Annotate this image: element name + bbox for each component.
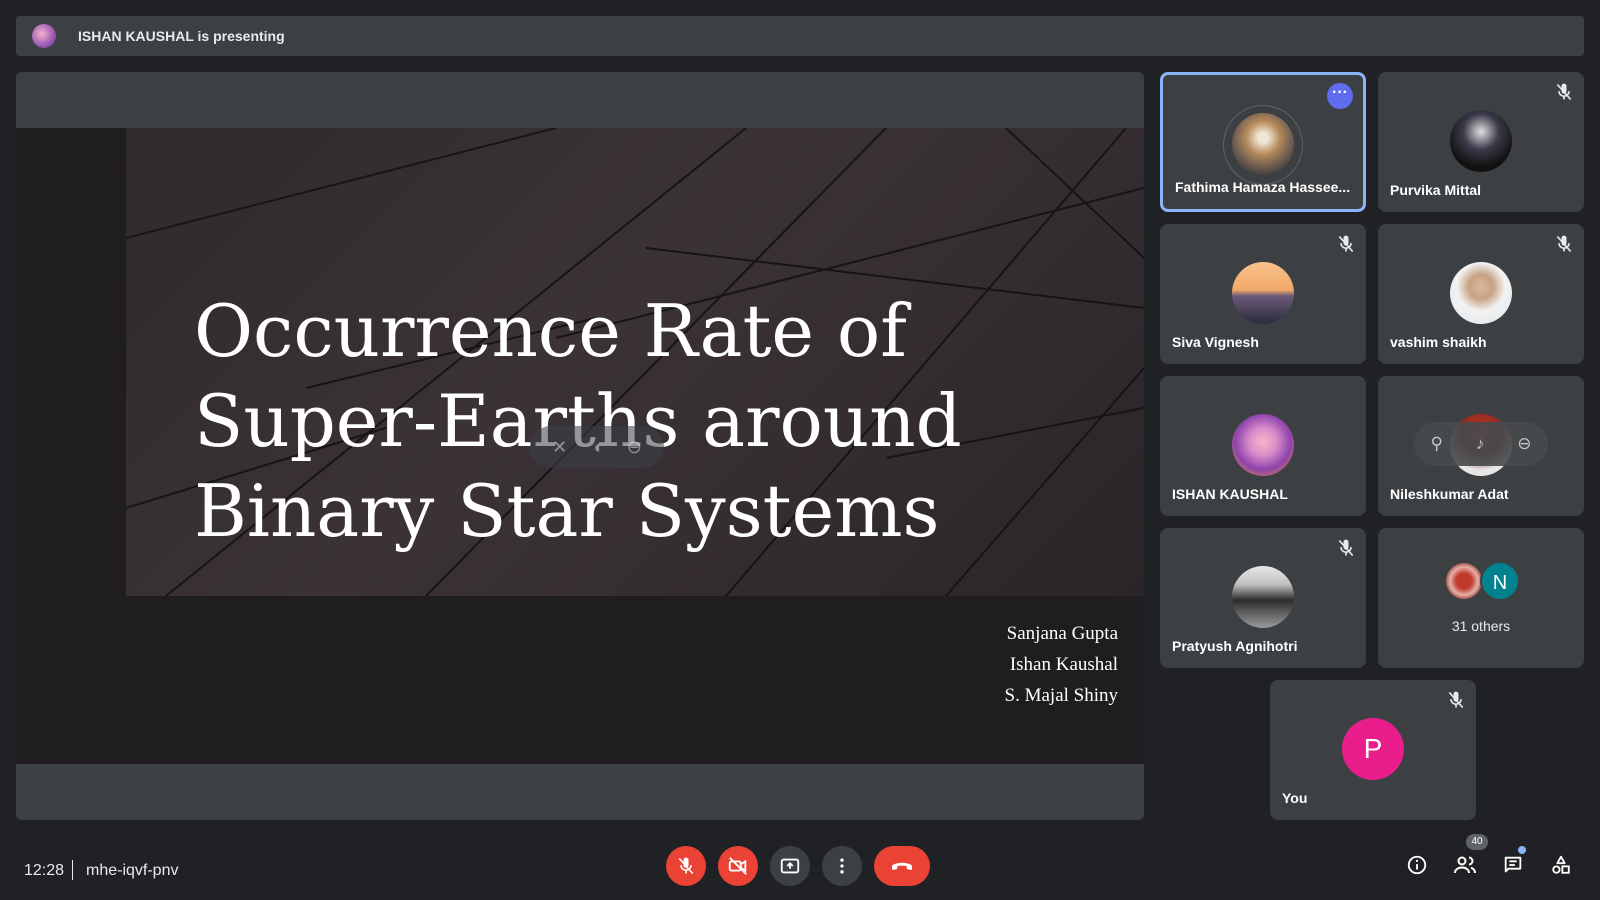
avatar-initial: N bbox=[1480, 561, 1520, 601]
more-options-button[interactable] bbox=[822, 846, 862, 886]
chat-notification-dot bbox=[1518, 846, 1526, 854]
presenting-banner: ISHAN KAUSHAL is presenting bbox=[16, 16, 1584, 56]
mic-off-icon bbox=[1448, 691, 1464, 709]
volume-icon[interactable]: ◖ bbox=[592, 437, 603, 458]
participant-tile[interactable]: Siva Vignesh bbox=[1160, 224, 1366, 364]
avatar bbox=[1232, 113, 1294, 175]
avatar bbox=[1444, 561, 1484, 601]
remove-icon[interactable]: ⊖ bbox=[1517, 434, 1531, 454]
others-count: 31 others bbox=[1451, 618, 1511, 634]
people-button[interactable] bbox=[1452, 852, 1478, 878]
participant-tile[interactable]: Pratyush Agnihotri bbox=[1160, 528, 1366, 668]
pin-icon[interactable]: ⚲ bbox=[1430, 434, 1442, 454]
mic-icon[interactable]: ♪ bbox=[1476, 434, 1485, 454]
camera-off-icon bbox=[728, 857, 747, 875]
present-screen-icon bbox=[780, 858, 800, 874]
participant-tile[interactable]: Purvika Mittal bbox=[1378, 72, 1584, 212]
others-group: N 31 others bbox=[1378, 528, 1584, 668]
more-vertical-icon bbox=[840, 858, 844, 874]
info-icon bbox=[1407, 855, 1427, 875]
presenter-avatar bbox=[32, 24, 56, 48]
author-name: S. Majal Shiny bbox=[1004, 685, 1118, 706]
meeting-clock: 12:28 bbox=[24, 862, 65, 879]
participant-name: ISHAN KAUSHAL bbox=[1172, 486, 1288, 502]
avatar bbox=[1232, 262, 1294, 324]
mic-off-icon bbox=[1556, 235, 1572, 253]
participant-tile[interactable]: vashim shaikh bbox=[1378, 224, 1584, 364]
participant-name: Nileshkumar Adat bbox=[1390, 486, 1509, 502]
participant-tile[interactable]: ISHAN KAUSHAL bbox=[1160, 376, 1366, 516]
chat-icon bbox=[1504, 856, 1522, 873]
mic-off-icon bbox=[1556, 83, 1572, 101]
leave-call-button[interactable] bbox=[874, 846, 930, 886]
activities-button[interactable] bbox=[1548, 852, 1574, 878]
meet-window: ISHAN KAUSHAL is presenting Occurrence R… bbox=[0, 0, 1600, 900]
participant-name: vashim shaikh bbox=[1390, 334, 1487, 350]
presentation-hover-controls: ✕ ◖ ⊖ bbox=[530, 426, 664, 468]
participant-tile[interactable]: ··· Fathima Hamaza Hassee... bbox=[1160, 72, 1366, 212]
unpin-icon[interactable]: ✕ bbox=[552, 437, 567, 458]
self-avatar: P bbox=[1342, 718, 1404, 780]
slide-title-line: Occurrence Rate of bbox=[194, 289, 907, 373]
others-tile[interactable]: N 31 others bbox=[1378, 528, 1584, 668]
avatar bbox=[1450, 262, 1512, 324]
divider bbox=[72, 860, 73, 880]
bottom-toolbar: 12:28 mhe-iqvf-pnv bbox=[0, 836, 1600, 900]
meeting-code: mhe-iqvf-pnv bbox=[86, 862, 179, 879]
chat-button[interactable] bbox=[1500, 852, 1526, 878]
mic-off-icon bbox=[1338, 539, 1354, 557]
tile-hover-controls: ⚲ ♪ ⊖ bbox=[1414, 422, 1548, 466]
avatar bbox=[1232, 566, 1294, 628]
mic-off-icon bbox=[678, 857, 694, 875]
participant-name: Siva Vignesh bbox=[1172, 334, 1259, 350]
author-name: Sanjana Gupta bbox=[1006, 623, 1118, 644]
presenting-text: ISHAN KAUSHAL is presenting bbox=[78, 28, 285, 44]
toggle-mic-button[interactable] bbox=[666, 846, 706, 886]
slide-authors: Sanjana Gupta Ishan Kaushal S. Majal Shi… bbox=[1005, 618, 1118, 711]
people-count-badge: 40 bbox=[1466, 834, 1488, 850]
participant-tile[interactable]: ⚲ ♪ ⊖ Nileshkumar Adat bbox=[1378, 376, 1584, 516]
participant-name: Pratyush Agnihotri bbox=[1172, 638, 1298, 654]
present-now-button[interactable] bbox=[770, 846, 810, 886]
people-icon bbox=[1454, 856, 1476, 874]
hang-up-icon bbox=[892, 862, 912, 870]
presentation-stage[interactable]: Occurrence Rate of Super-Earths around B… bbox=[16, 72, 1144, 820]
mic-off-icon bbox=[1338, 235, 1354, 253]
avatar bbox=[1450, 110, 1512, 172]
participant-name: Fathima Hamaza Hassee... bbox=[1175, 179, 1351, 195]
slide-title-line: Binary Star Systems bbox=[194, 469, 940, 553]
toggle-camera-button[interactable] bbox=[718, 846, 758, 886]
meeting-details-button[interactable] bbox=[1404, 852, 1430, 878]
more-options-icon[interactable]: ··· bbox=[1327, 83, 1353, 109]
self-tile[interactable]: P You bbox=[1270, 680, 1476, 820]
self-name: You bbox=[1282, 790, 1308, 806]
slide-title: Occurrence Rate of Super-Earths around B… bbox=[194, 286, 1094, 556]
participant-name: Purvika Mittal bbox=[1390, 182, 1482, 198]
author-name: Ishan Kaushal bbox=[1009, 654, 1118, 675]
minimize-icon[interactable]: ⊖ bbox=[627, 437, 642, 458]
avatar bbox=[1232, 414, 1294, 476]
slide: Occurrence Rate of Super-Earths around B… bbox=[16, 128, 1144, 764]
activities-icon bbox=[1552, 855, 1570, 874]
